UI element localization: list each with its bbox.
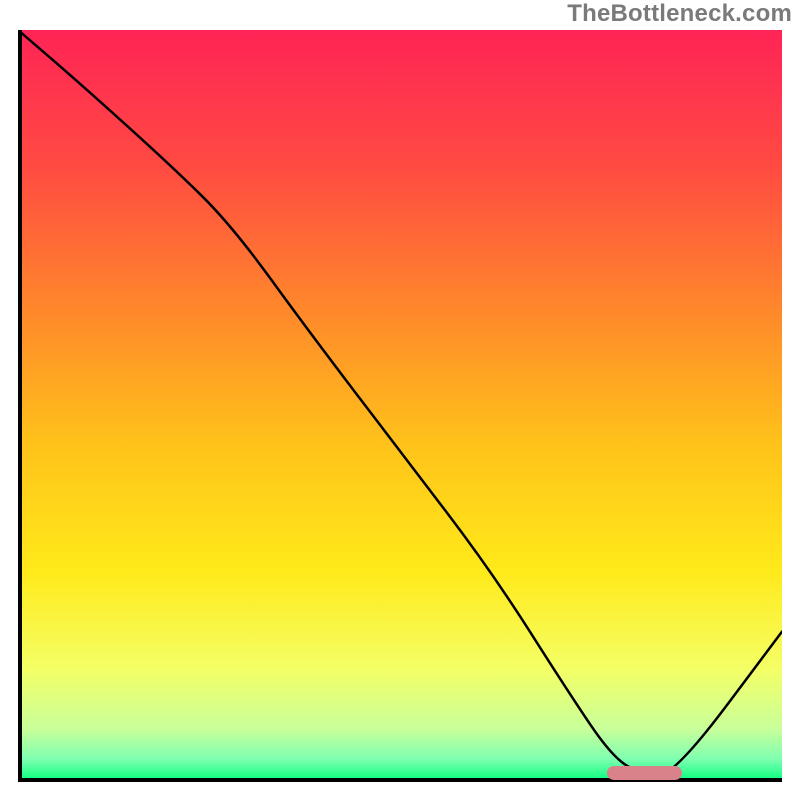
bottleneck-curve — [18, 30, 782, 774]
chart-container: TheBottleneck.com — [0, 0, 800, 800]
watermark-text: TheBottleneck.com — [567, 0, 792, 28]
overlay-svg — [18, 30, 782, 782]
plot-area — [18, 30, 782, 782]
